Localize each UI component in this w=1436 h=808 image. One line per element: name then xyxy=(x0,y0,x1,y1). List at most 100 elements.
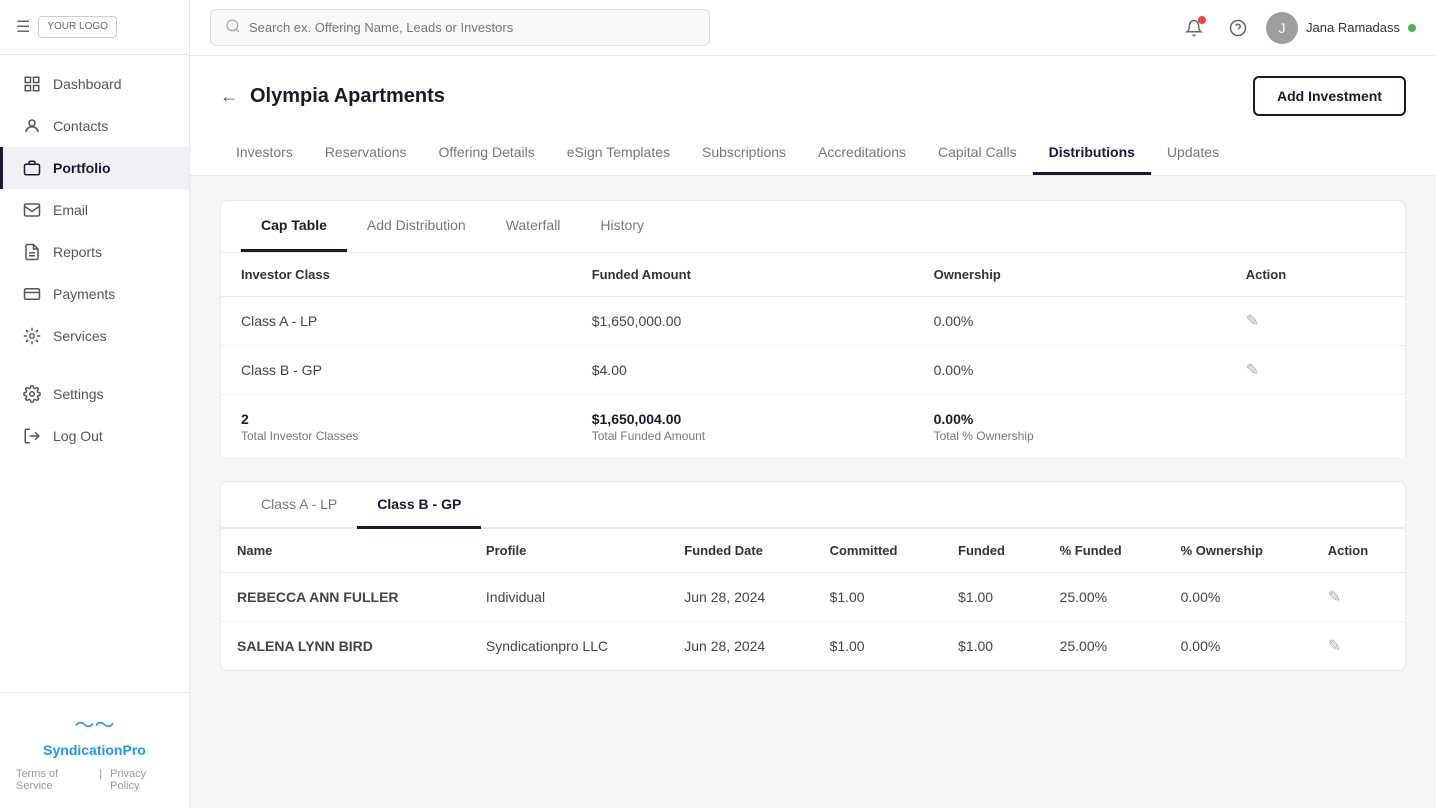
page-title-left: ← Olympia Apartments xyxy=(220,85,445,108)
logout-icon xyxy=(23,427,41,445)
tab-distributions[interactable]: Distributions xyxy=(1033,132,1151,175)
total-ownership-label: Total % Ownership xyxy=(934,429,1206,443)
sidebar-item-dashboard[interactable]: Dashboard xyxy=(0,63,189,105)
back-button[interactable]: ← xyxy=(220,86,238,107)
investors-section: Class A - LP Class B - GP Name Profile F… xyxy=(220,481,1406,671)
sub-tab-history[interactable]: History xyxy=(580,201,664,252)
total-count: 2 Total Investor Classes xyxy=(221,395,572,458)
topbar-actions: J Jana Ramadass xyxy=(1178,12,1416,44)
investor-tab-class-a-lp[interactable]: Class A - LP xyxy=(241,482,357,529)
inv-date-1: Jun 28, 2024 xyxy=(668,573,813,622)
topbar: J Jana Ramadass xyxy=(190,0,1436,56)
sidebar-item-portfolio[interactable]: Portfolio xyxy=(0,147,189,189)
sidebar-nav: Dashboard Contacts Portfolio Email Repor… xyxy=(0,55,189,692)
cap-ownership-a: 0.00% xyxy=(914,297,1226,346)
sidebar: ☰ YOUR LOGO Dashboard Contacts Portfolio xyxy=(0,0,190,808)
inv-pct-ownership-2: 0.00% xyxy=(1165,622,1312,671)
tab-accreditations[interactable]: Accreditations xyxy=(802,132,922,175)
table-row: Class A - LP $1,650,000.00 0.00% ✎ xyxy=(221,297,1405,346)
sidebar-item-reports[interactable]: Reports xyxy=(0,231,189,273)
notifications-icon[interactable] xyxy=(1178,12,1210,44)
investor-tabs: Class A - LP Class B - GP xyxy=(221,482,1405,529)
sidebar-item-contacts[interactable]: Contacts xyxy=(0,105,189,147)
brand-waves-icon: 〜〜 xyxy=(75,709,115,738)
add-investment-button[interactable]: Add Investment xyxy=(1253,76,1406,116)
sidebar-item-label-contacts: Contacts xyxy=(53,118,108,134)
table-row: Class B - GP $4.00 0.00% ✎ xyxy=(221,346,1405,395)
tab-updates[interactable]: Updates xyxy=(1151,132,1235,175)
cap-ownership-b: 0.00% xyxy=(914,346,1226,395)
inv-funded-1: $1.00 xyxy=(942,573,1044,622)
logo-box: YOUR LOGO xyxy=(38,16,117,38)
inv-col-profile: Profile xyxy=(470,529,668,573)
tab-esign-templates[interactable]: eSign Templates xyxy=(551,132,686,175)
contacts-icon xyxy=(23,117,41,135)
help-icon[interactable] xyxy=(1222,12,1254,44)
tab-reservations[interactable]: Reservations xyxy=(309,132,423,175)
sub-content: Cap Table Add Distribution Waterfall His… xyxy=(190,176,1436,695)
hamburger-icon[interactable]: ☰ xyxy=(16,17,30,37)
inv-committed-1: $1.00 xyxy=(814,573,942,622)
sidebar-item-logout[interactable]: Log Out xyxy=(0,415,189,457)
inv-pct-funded-1: 25.00% xyxy=(1044,573,1165,622)
email-icon xyxy=(23,201,41,219)
cap-table: Investor Class Funded Amount Ownership A… xyxy=(221,253,1405,457)
payments-icon xyxy=(23,285,41,303)
sidebar-item-services[interactable]: Services xyxy=(0,315,189,357)
total-ownership: 0.00% Total % Ownership xyxy=(914,395,1226,458)
inv-funded-2: $1.00 xyxy=(942,622,1044,671)
sidebar-item-settings[interactable]: Settings xyxy=(0,373,189,415)
inv-name-2: SALENA LYNN BIRD xyxy=(221,622,470,671)
sub-tabs-card: Cap Table Add Distribution Waterfall His… xyxy=(220,200,1406,457)
total-funded-label: Total Funded Amount xyxy=(592,429,894,443)
col-investor-class: Investor Class xyxy=(221,253,572,297)
edit-class-b-icon[interactable]: ✎ xyxy=(1246,362,1259,379)
edit-investor-1-icon[interactable]: ✎ xyxy=(1328,589,1341,606)
inv-col-action: Action xyxy=(1312,529,1405,573)
avatar: J xyxy=(1266,12,1298,44)
sidebar-item-email[interactable]: Email xyxy=(0,189,189,231)
inv-pct-funded-2: 25.00% xyxy=(1044,622,1165,671)
sub-tab-waterfall[interactable]: Waterfall xyxy=(486,201,581,252)
cap-funded-b: $4.00 xyxy=(572,346,914,395)
sidebar-item-label-dashboard: Dashboard xyxy=(53,76,122,92)
brand-logo: 〜〜 SyndicationPro Terms of Service | Pri… xyxy=(16,709,173,792)
sidebar-item-label-portfolio: Portfolio xyxy=(53,160,111,176)
edit-investor-2-icon[interactable]: ✎ xyxy=(1328,638,1341,655)
footer-links: Terms of Service | Privacy Policy xyxy=(16,768,173,792)
notification-badge xyxy=(1198,16,1206,24)
tos-link[interactable]: Terms of Service xyxy=(16,768,91,792)
tab-subscriptions[interactable]: Subscriptions xyxy=(686,132,802,175)
investor-tab-class-b-gp[interactable]: Class B - GP xyxy=(357,482,481,529)
sidebar-item-payments[interactable]: Payments xyxy=(0,273,189,315)
inv-name-1: REBECCA ANN FULLER xyxy=(221,573,470,622)
table-row: REBECCA ANN FULLER Individual Jun 28, 20… xyxy=(221,573,1405,622)
sidebar-item-label-payments: Payments xyxy=(53,286,115,302)
inv-pct-ownership-1: 0.00% xyxy=(1165,573,1312,622)
sub-tab-cap-table[interactable]: Cap Table xyxy=(241,201,347,252)
tab-investors[interactable]: Investors xyxy=(220,132,309,175)
privacy-link[interactable]: Privacy Policy xyxy=(110,768,173,792)
edit-class-a-icon[interactable]: ✎ xyxy=(1246,313,1259,330)
sub-tab-add-distribution[interactable]: Add Distribution xyxy=(347,201,486,252)
inv-committed-2: $1.00 xyxy=(814,622,942,671)
search-input[interactable] xyxy=(249,20,695,35)
dashboard-icon xyxy=(23,75,41,93)
inv-profile-2: Syndicationpro LLC xyxy=(470,622,668,671)
cap-class-b-gp: Class B - GP xyxy=(221,346,572,395)
col-funded-amount: Funded Amount xyxy=(572,253,914,297)
main-tabs: Investors Reservations Offering Details … xyxy=(220,132,1406,175)
status-dot xyxy=(1408,24,1416,32)
brand-name: SyndicationPro xyxy=(43,742,146,758)
tab-capital-calls[interactable]: Capital Calls xyxy=(922,132,1033,175)
sidebar-item-label-logout: Log Out xyxy=(53,428,103,444)
search-bar xyxy=(210,9,710,46)
sidebar-footer: 〜〜 SyndicationPro Terms of Service | Pri… xyxy=(0,692,189,808)
user-info[interactable]: J Jana Ramadass xyxy=(1266,12,1416,44)
col-ownership: Ownership xyxy=(914,253,1226,297)
portfolio-icon xyxy=(23,159,41,177)
col-action: Action xyxy=(1226,253,1405,297)
tab-offering-details[interactable]: Offering Details xyxy=(423,132,551,175)
inv-col-pct-ownership: % Ownership xyxy=(1165,529,1312,573)
table-row: SALENA LYNN BIRD Syndicationpro LLC Jun … xyxy=(221,622,1405,671)
